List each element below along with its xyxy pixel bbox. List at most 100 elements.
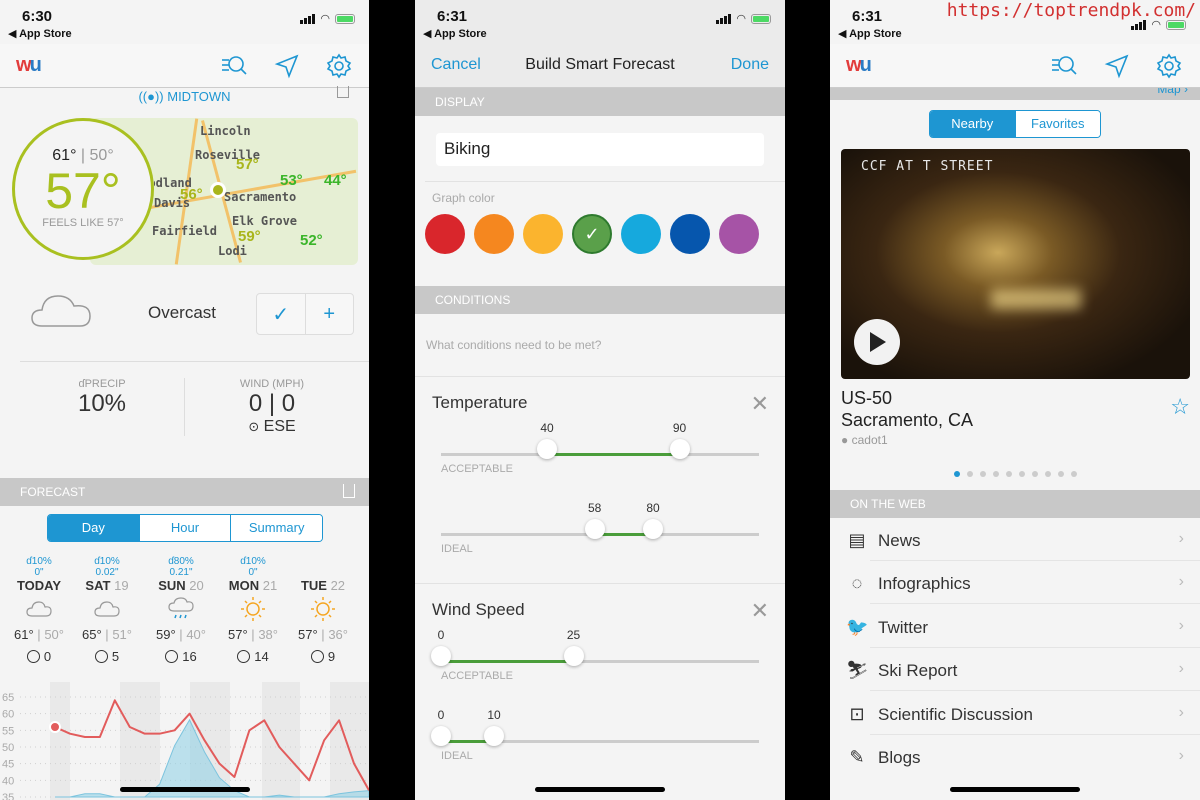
status-time: 6:31	[852, 8, 883, 25]
page-dot[interactable]	[1031, 471, 1038, 477]
web-item-news[interactable]: ▤ News ›	[830, 518, 1200, 561]
app-header: wu	[830, 44, 1200, 88]
tab-favorites[interactable]: Favorites	[1015, 111, 1100, 137]
home-indicator[interactable]	[950, 787, 1080, 792]
page-dot[interactable]	[992, 471, 999, 477]
day-high: 57°	[228, 627, 248, 642]
favorite-star-icon[interactable]: ☆	[1170, 394, 1190, 420]
tab-nearby[interactable]: Nearby	[930, 111, 1016, 137]
user-icon: ●	[841, 433, 849, 447]
web-item-twitter[interactable]: 🐦 Twitter ›	[830, 605, 1200, 648]
done-button[interactable]: Done	[731, 56, 769, 74]
color-swatch[interactable]	[474, 214, 514, 254]
tab-day[interactable]: Day	[48, 515, 140, 541]
page-dot[interactable]	[953, 471, 960, 477]
forecast-day[interactable]: ɗ10% 0" MON 21 57° | 38° 14	[218, 556, 288, 664]
battery-icon	[751, 13, 771, 24]
gear-icon[interactable]	[1155, 52, 1183, 80]
share-icon[interactable]	[337, 86, 349, 98]
color-swatch[interactable]	[425, 214, 465, 254]
page-dot[interactable]	[1018, 471, 1025, 477]
y-tick-label: 35	[2, 792, 14, 800]
map-link[interactable]: Map ›	[1157, 88, 1188, 96]
page-dot[interactable]	[1044, 471, 1051, 477]
web-item-infographics[interactable]: ◌ Infographics ›	[830, 561, 1200, 605]
slider-handle-high[interactable]	[643, 519, 663, 539]
precip-stat: ɗPRECIP 10%	[77, 378, 127, 417]
hourly-chart[interactable]: 65 60 55 50 45 40 35	[0, 682, 369, 800]
slider-handle-high[interactable]	[484, 726, 504, 746]
search-list-icon[interactable]	[1050, 52, 1078, 80]
add-condition-button[interactable]: +	[306, 294, 354, 334]
page-dot[interactable]	[1057, 471, 1064, 477]
search-list-icon[interactable]	[220, 52, 248, 80]
location-label[interactable]: ((●)) MIDTOWN	[0, 88, 369, 104]
chevron-right-icon: ›	[1178, 573, 1184, 591]
back-to-app-store[interactable]: ◀ App Store	[838, 27, 902, 40]
confirm-condition-button[interactable]: ✓	[257, 294, 306, 334]
webcam-image[interactable]: CCF AT T STREET	[841, 149, 1190, 379]
cloud-icon	[31, 295, 91, 327]
close-icon[interactable]: ✕	[751, 391, 769, 417]
page-dot[interactable]	[1005, 471, 1012, 477]
tab-hour[interactable]: Hour	[139, 515, 232, 541]
home-indicator[interactable]	[120, 787, 250, 792]
current-point[interactable]	[49, 721, 61, 733]
day-high: 57°	[298, 627, 318, 642]
news-icon: ▤	[848, 530, 866, 550]
page-title: Build Smart Forecast	[525, 56, 675, 73]
rain-icon	[146, 595, 216, 623]
page-indicator[interactable]	[830, 471, 1200, 477]
slider-label: IDEAL	[441, 750, 473, 762]
page-dot[interactable]	[979, 471, 986, 477]
range-slider-ideal: 58 80 IDEAL	[441, 501, 759, 555]
location-arrow-icon[interactable]	[273, 52, 301, 80]
page-dot[interactable]	[966, 471, 973, 477]
play-button[interactable]	[854, 319, 900, 365]
condition-title: Wind Speed	[432, 600, 525, 619]
webcam-overlay-text: CCF AT T STREET	[861, 159, 994, 174]
wind-direction-icon: ⊙	[248, 419, 260, 434]
slider-label: ACCEPTABLE	[441, 463, 513, 475]
forecast-name-input[interactable]: Biking	[436, 133, 764, 166]
color-swatch[interactable]	[670, 214, 710, 254]
forecast-day[interactable]: ɗ10% 0" TODAY 61° | 50° 0	[4, 556, 74, 664]
web-item-scientific-discussion[interactable]: ⊡ Scientific Discussion ›	[830, 692, 1200, 735]
back-to-app-store[interactable]: ◀ App Store	[423, 27, 487, 40]
high-value: 25	[566, 628, 581, 642]
precip-amount: 0.21"	[169, 567, 193, 578]
close-icon[interactable]: ✕	[751, 598, 769, 624]
location-arrow-icon[interactable]	[1103, 52, 1131, 80]
slider-handle-low[interactable]	[431, 646, 451, 666]
page-dot[interactable]	[1070, 471, 1077, 477]
forecast-day[interactable]: ɗ80% 0.21" SUN 20 59° | 40° 16	[146, 556, 216, 664]
wu-logo[interactable]: wu	[16, 54, 42, 77]
color-swatch[interactable]: ✓	[572, 214, 612, 254]
slider-handle-high[interactable]	[563, 646, 584, 666]
home-indicator[interactable]	[535, 787, 665, 792]
color-swatch[interactable]	[719, 214, 759, 254]
slider-handle-low[interactable]	[537, 439, 557, 459]
precip-chance: 10%	[245, 556, 266, 567]
web-item-blogs[interactable]: ✎ Blogs ›	[830, 735, 1200, 778]
current-temp-circle[interactable]: 61° | 50° 57° FEELS LIKE 57°	[12, 118, 154, 260]
slider-handle-low[interactable]	[431, 726, 451, 746]
night-band	[120, 682, 160, 800]
slider-handle-high[interactable]	[669, 439, 690, 459]
divider	[20, 361, 369, 362]
forecast-day[interactable]: ɗ10% 0.02" SAT 19 65° | 51° 5	[72, 556, 142, 664]
web-item-ski-report[interactable]: ⛷ Ski Report ›	[830, 648, 1200, 692]
gear-icon[interactable]	[325, 52, 353, 80]
back-to-app-store[interactable]: ◀ App Store	[8, 27, 72, 40]
wind-direction-icon	[165, 650, 179, 663]
tab-summary[interactable]: Summary	[231, 515, 322, 541]
slider-handle-low[interactable]	[584, 519, 605, 539]
condition-title: Temperature	[432, 393, 528, 412]
color-swatch[interactable]	[621, 214, 661, 254]
wu-logo[interactable]: wu	[846, 54, 872, 77]
color-swatch[interactable]	[523, 214, 563, 254]
share-icon[interactable]	[343, 484, 355, 498]
night-band	[262, 682, 300, 800]
signal-icon	[300, 13, 316, 24]
forecast-day[interactable]: TUE 22 57° | 36° 9	[288, 556, 358, 664]
